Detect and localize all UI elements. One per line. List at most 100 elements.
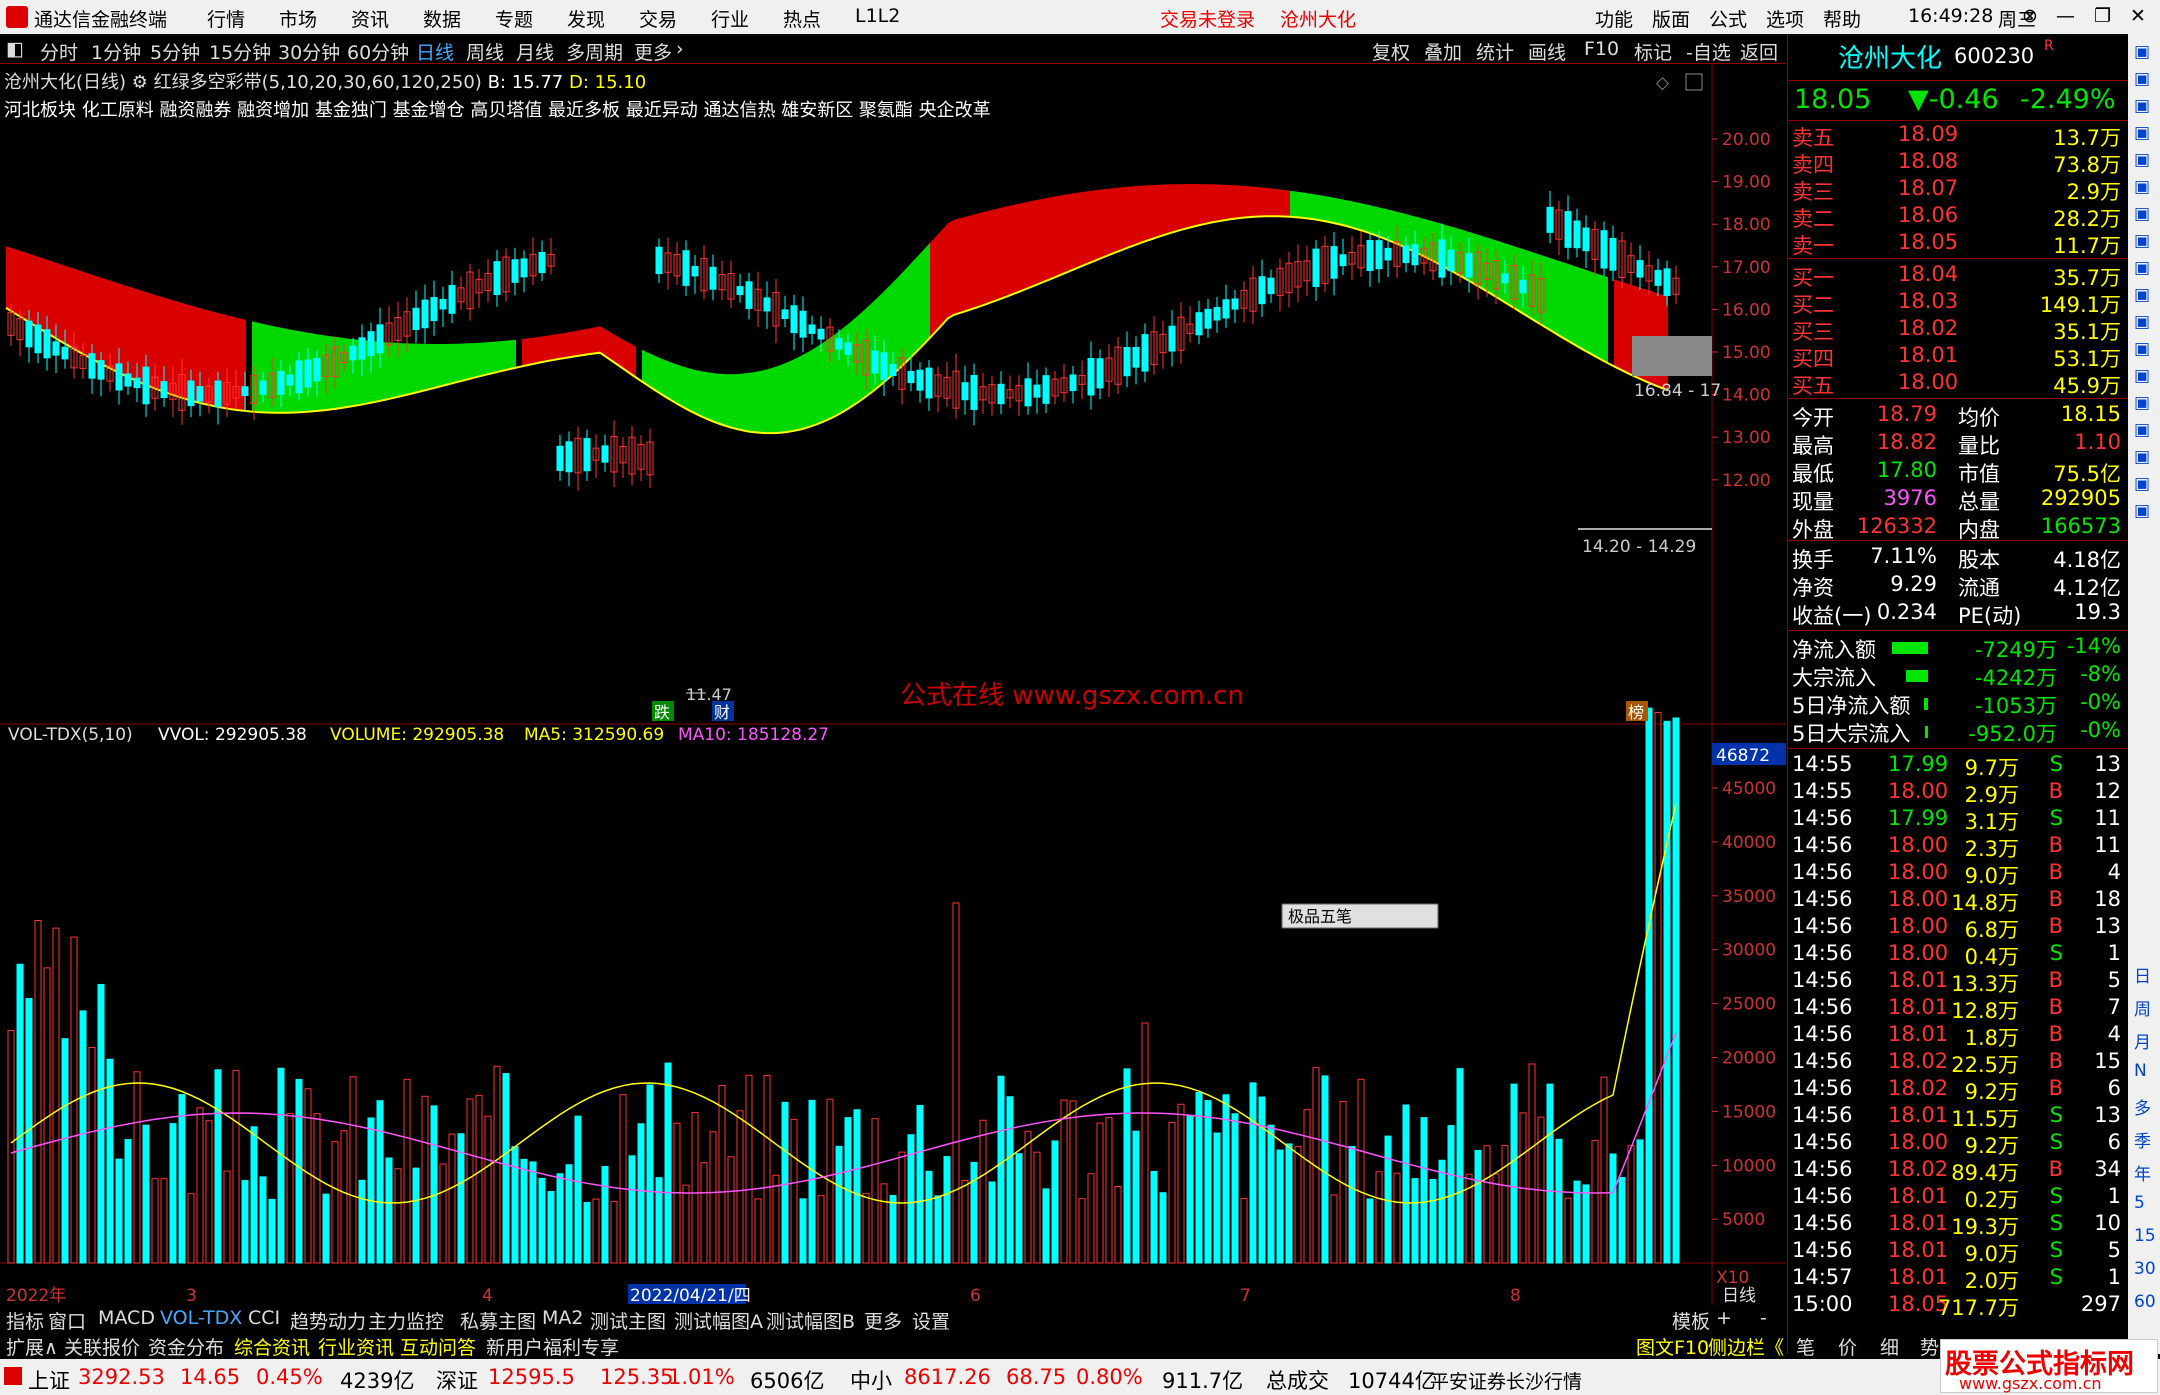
indicator-tab-1[interactable]: 窗口 [48, 1307, 86, 1334]
menu-item-trade[interactable]: 交易 [639, 5, 677, 32]
btn-fuquan[interactable]: 复权 [1372, 38, 1410, 65]
chevron-right-icon[interactable]: › [676, 38, 684, 60]
template-tab-1[interactable]: + [1716, 1307, 1732, 1329]
menu-item-topic[interactable]: 专题 [495, 5, 533, 32]
menu-item-options[interactable]: 选项 [1766, 5, 1804, 32]
period-more[interactable]: 更多 [634, 38, 672, 65]
indicator-gear-icon[interactable]: ⚙ [132, 72, 148, 93]
period-5min[interactable]: 5分钟 [150, 38, 200, 65]
side-period-8[interactable]: 15 [2134, 1226, 2156, 1246]
indicator-tab-11[interactable]: 测试幅图B [766, 1307, 855, 1334]
zx-name[interactable]: 中小 [850, 1365, 892, 1395]
bottom-tab-0[interactable]: 扩展∧ [6, 1333, 58, 1360]
fs2-icon[interactable]: ▣ [2134, 474, 2150, 494]
grid-icon[interactable]: ▣ [2134, 150, 2150, 170]
btn-overlay[interactable]: 叠加 [1424, 38, 1462, 65]
indicator-tab-8[interactable]: MA2 [542, 1307, 583, 1329]
collapse-icon[interactable]: ◧ [6, 38, 24, 60]
bottom-tab-5[interactable]: 互动问答 [400, 1333, 476, 1360]
bottom-tab-4[interactable]: 行业资讯 [318, 1333, 394, 1360]
fs-icon[interactable]: ▣ [2134, 312, 2150, 332]
window-icon[interactable]: ▣ [2134, 42, 2150, 62]
template-tab-2[interactable]: - [1760, 1307, 1767, 1329]
clock-icon[interactable]: ▣ [2134, 339, 2150, 359]
indicator-tab-5[interactable]: 趋势动力 [290, 1307, 366, 1334]
btn-stats[interactable]: 统计 [1476, 38, 1514, 65]
bottom-tab-2[interactable]: 资金分布 [148, 1333, 224, 1360]
bottom-right-tab-3[interactable]: 价 [1838, 1333, 1857, 1360]
side-period-6[interactable]: 年 [2134, 1160, 2151, 1185]
flow-label[interactable]: 净流入额 [1792, 634, 1876, 664]
login-status[interactable]: 交易未登录 [1160, 5, 1255, 32]
bottom-tab-1[interactable]: 关联报价 [64, 1333, 140, 1360]
period-daily[interactable]: 日线 [416, 38, 454, 65]
btn-mark[interactable]: 标记 [1634, 38, 1672, 65]
menu-item-formula[interactable]: 公式 [1709, 5, 1747, 32]
menu-item-layout[interactable]: 版面 [1652, 5, 1690, 32]
bottom-tab-6[interactable]: 新用户福利专享 [486, 1333, 619, 1360]
bottom-right-tab-2[interactable]: 笔 [1796, 1333, 1815, 1360]
window-close-icon[interactable]: ✕ [2130, 5, 2146, 27]
sh-name[interactable]: 上证 [28, 1365, 70, 1395]
indicator-tab-9[interactable]: 测试主图 [590, 1307, 666, 1334]
indicator-tab-13[interactable]: 设置 [912, 1307, 950, 1334]
news-icon[interactable]: ▣ [2134, 501, 2150, 521]
close-icon[interactable]: ⊗ [2022, 5, 2038, 27]
pen-icon[interactable]: ▣ [2134, 447, 2150, 467]
side-period-2[interactable]: 月 [2134, 1028, 2151, 1053]
up-arrow-icon[interactable]: ▣ [2134, 69, 2150, 89]
menu-item-market[interactable]: 市场 [279, 5, 317, 32]
minimize-icon[interactable]: — [2056, 5, 2075, 27]
indicator-name[interactable]: 红绿多空彩带(5,10,20,30,60,120,250) [154, 72, 482, 93]
btn-back[interactable]: 返回 [1740, 38, 1778, 65]
indicator-tab-4[interactable]: CCI [248, 1307, 280, 1329]
info-icon[interactable]: ▣ [2134, 366, 2150, 386]
menu-item-hangqing[interactable]: 行情 [207, 5, 245, 32]
period-fenshi[interactable]: 分时 [40, 38, 78, 65]
concept-tags[interactable]: 河北板块 化工原料 融资融券 融资增加 基金独门 基金增仓 高贝塔值 最近多板 … [4, 96, 991, 122]
move-icon[interactable]: ▣ [2134, 420, 2150, 440]
indicator-tab-3[interactable]: VOL-TDX [160, 1307, 242, 1329]
period-multi[interactable]: 多周期 [566, 38, 623, 65]
side-period-5[interactable]: 季 [2134, 1127, 2151, 1152]
bar-chart-icon[interactable]: ▣ [2134, 204, 2150, 224]
diamond-icon[interactable]: ◇ [1656, 73, 1670, 93]
period-weekly[interactable]: 周线 [466, 38, 504, 65]
indicator-tab-0[interactable]: 指标 [6, 1307, 44, 1334]
period-30min[interactable]: 30分钟 [278, 38, 340, 65]
btn-f10[interactable]: F10 [1584, 38, 1619, 60]
period-1min[interactable]: 1分钟 [91, 38, 141, 65]
menu-item-function[interactable]: 功能 [1595, 5, 1633, 32]
flow-label[interactable]: 大宗流入 [1792, 662, 1876, 692]
sz-name[interactable]: 深证 [436, 1365, 478, 1395]
indicator-tab-7[interactable]: 私募主图 [460, 1307, 536, 1334]
bottom-right-tab-1[interactable]: 侧边栏《 [1708, 1333, 1784, 1360]
line-chart-icon[interactable]: ▣ [2134, 177, 2150, 197]
side-period-10[interactable]: 60 [2134, 1292, 2156, 1312]
doc-icon[interactable]: ▣ [2134, 285, 2150, 305]
side-period-1[interactable]: 周 [2134, 995, 2151, 1020]
period-monthly[interactable]: 月线 [516, 38, 554, 65]
menu-item-discover[interactable]: 发现 [567, 5, 605, 32]
f10-icon[interactable]: ▣ [2134, 258, 2150, 278]
indicator-tab-12[interactable]: 更多 [864, 1307, 902, 1334]
indicator-tab-6[interactable]: 主力监控 [368, 1307, 444, 1334]
template-tab-0[interactable]: 模板 [1672, 1307, 1710, 1334]
vol-indicator-name[interactable]: VOL-TDX(5,10) [8, 725, 133, 745]
indicator-tab-2[interactable]: MACD [98, 1307, 155, 1329]
bottom-tab-3[interactable]: 综合资讯 [234, 1333, 310, 1360]
bottom-right-tab-5[interactable]: 势 [1920, 1333, 1939, 1360]
bottom-right-tab-0[interactable]: 图文F10 [1636, 1333, 1709, 1360]
flow-label[interactable]: 5日大宗流入 [1792, 718, 1910, 748]
down-arrow-icon[interactable]: ▣ [2134, 96, 2150, 116]
menu-item-help[interactable]: 帮助 [1823, 5, 1861, 32]
menu-item-industry[interactable]: 行业 [711, 5, 749, 32]
side-period-3[interactable]: N [2134, 1061, 2147, 1081]
bottom-right-tab-4[interactable]: 细 [1880, 1333, 1899, 1360]
indicator-tab-10[interactable]: 测试幅图A [674, 1307, 763, 1334]
rsi-icon[interactable]: ▣ [2134, 393, 2150, 413]
kline-chart[interactable]: 20.00 19.00 18.00 17.00 16.00 15.00 14.00 13.00… [0, 64, 1786, 1305]
side-period-7[interactable]: 5 [2134, 1193, 2145, 1213]
restore-icon[interactable]: ❐ [2094, 5, 2111, 27]
flow-label[interactable]: 5日净流入额 [1792, 690, 1910, 720]
